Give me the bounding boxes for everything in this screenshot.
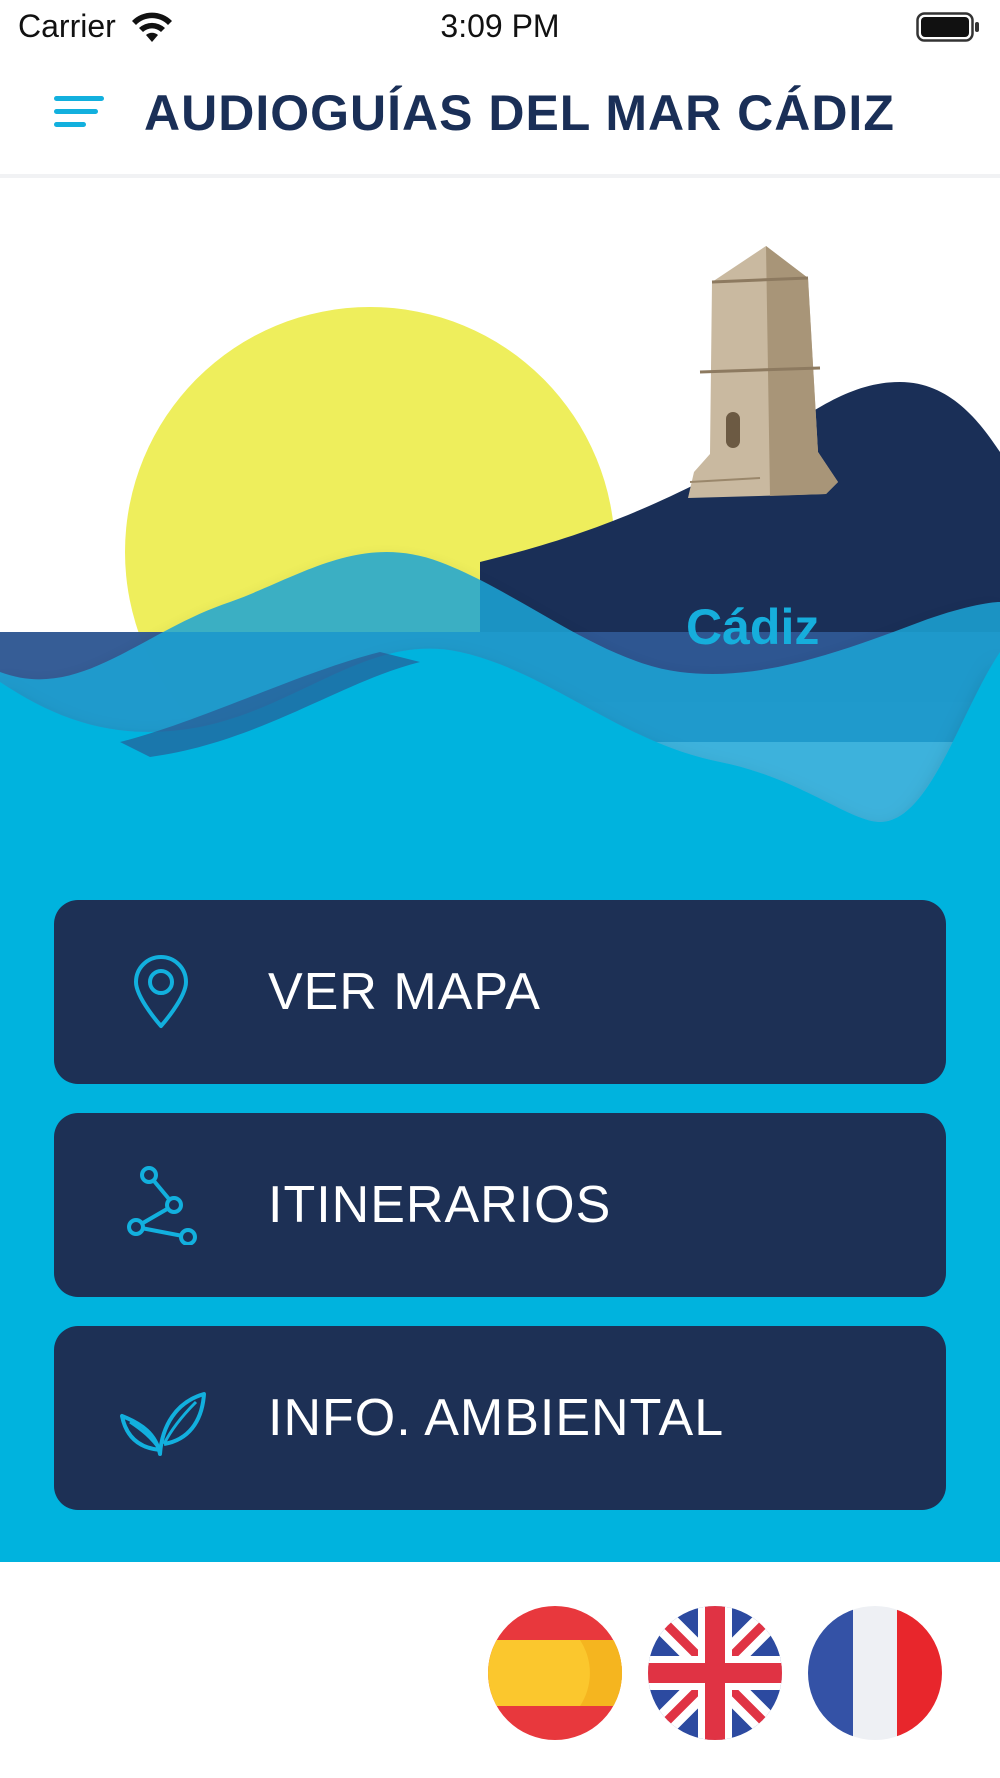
leaves-icon (120, 1392, 206, 1456)
tower-shape (688, 246, 838, 498)
battery-icon (916, 12, 979, 42)
route-icon (127, 1166, 197, 1245)
menu-button-label: INFO. AMBIENTAL (268, 1389, 725, 1447)
status-time: 3:09 PM (440, 8, 560, 44)
language-fr-button[interactable] (808, 1606, 942, 1740)
menu-button-label: VER MAPA (268, 963, 541, 1021)
menu-button-label: ITINERARIOS (268, 1176, 612, 1234)
status-bar: Carrier 3:09 PM (0, 0, 1000, 56)
uk-flag-icon (648, 1606, 782, 1740)
app-header: AUDIOGUÍAS DEL MAR CÁDIZ (0, 56, 1000, 178)
menu-button-info-ambiental[interactable]: INFO. AMBIENTAL (54, 1326, 946, 1510)
map-pin-icon (134, 955, 188, 1028)
spain-flag-icon (488, 1606, 622, 1740)
language-en-button[interactable] (648, 1606, 782, 1740)
hamburger-menu-icon[interactable] (54, 96, 104, 132)
app-title: AUDIOGUÍAS DEL MAR CÁDIZ (144, 85, 895, 141)
menu-button-itinerarios[interactable]: ITINERARIOS (54, 1113, 946, 1297)
language-es-button[interactable] (488, 1606, 622, 1740)
home-screen: Carrier 3:09 PM AUDIOGUÍAS DEL MAR CÁDIZ (0, 0, 1000, 1778)
menu-button-ver-mapa[interactable]: VER MAPA (54, 900, 946, 1084)
city-label: Cádiz (686, 599, 820, 655)
france-flag-icon (808, 1606, 942, 1740)
